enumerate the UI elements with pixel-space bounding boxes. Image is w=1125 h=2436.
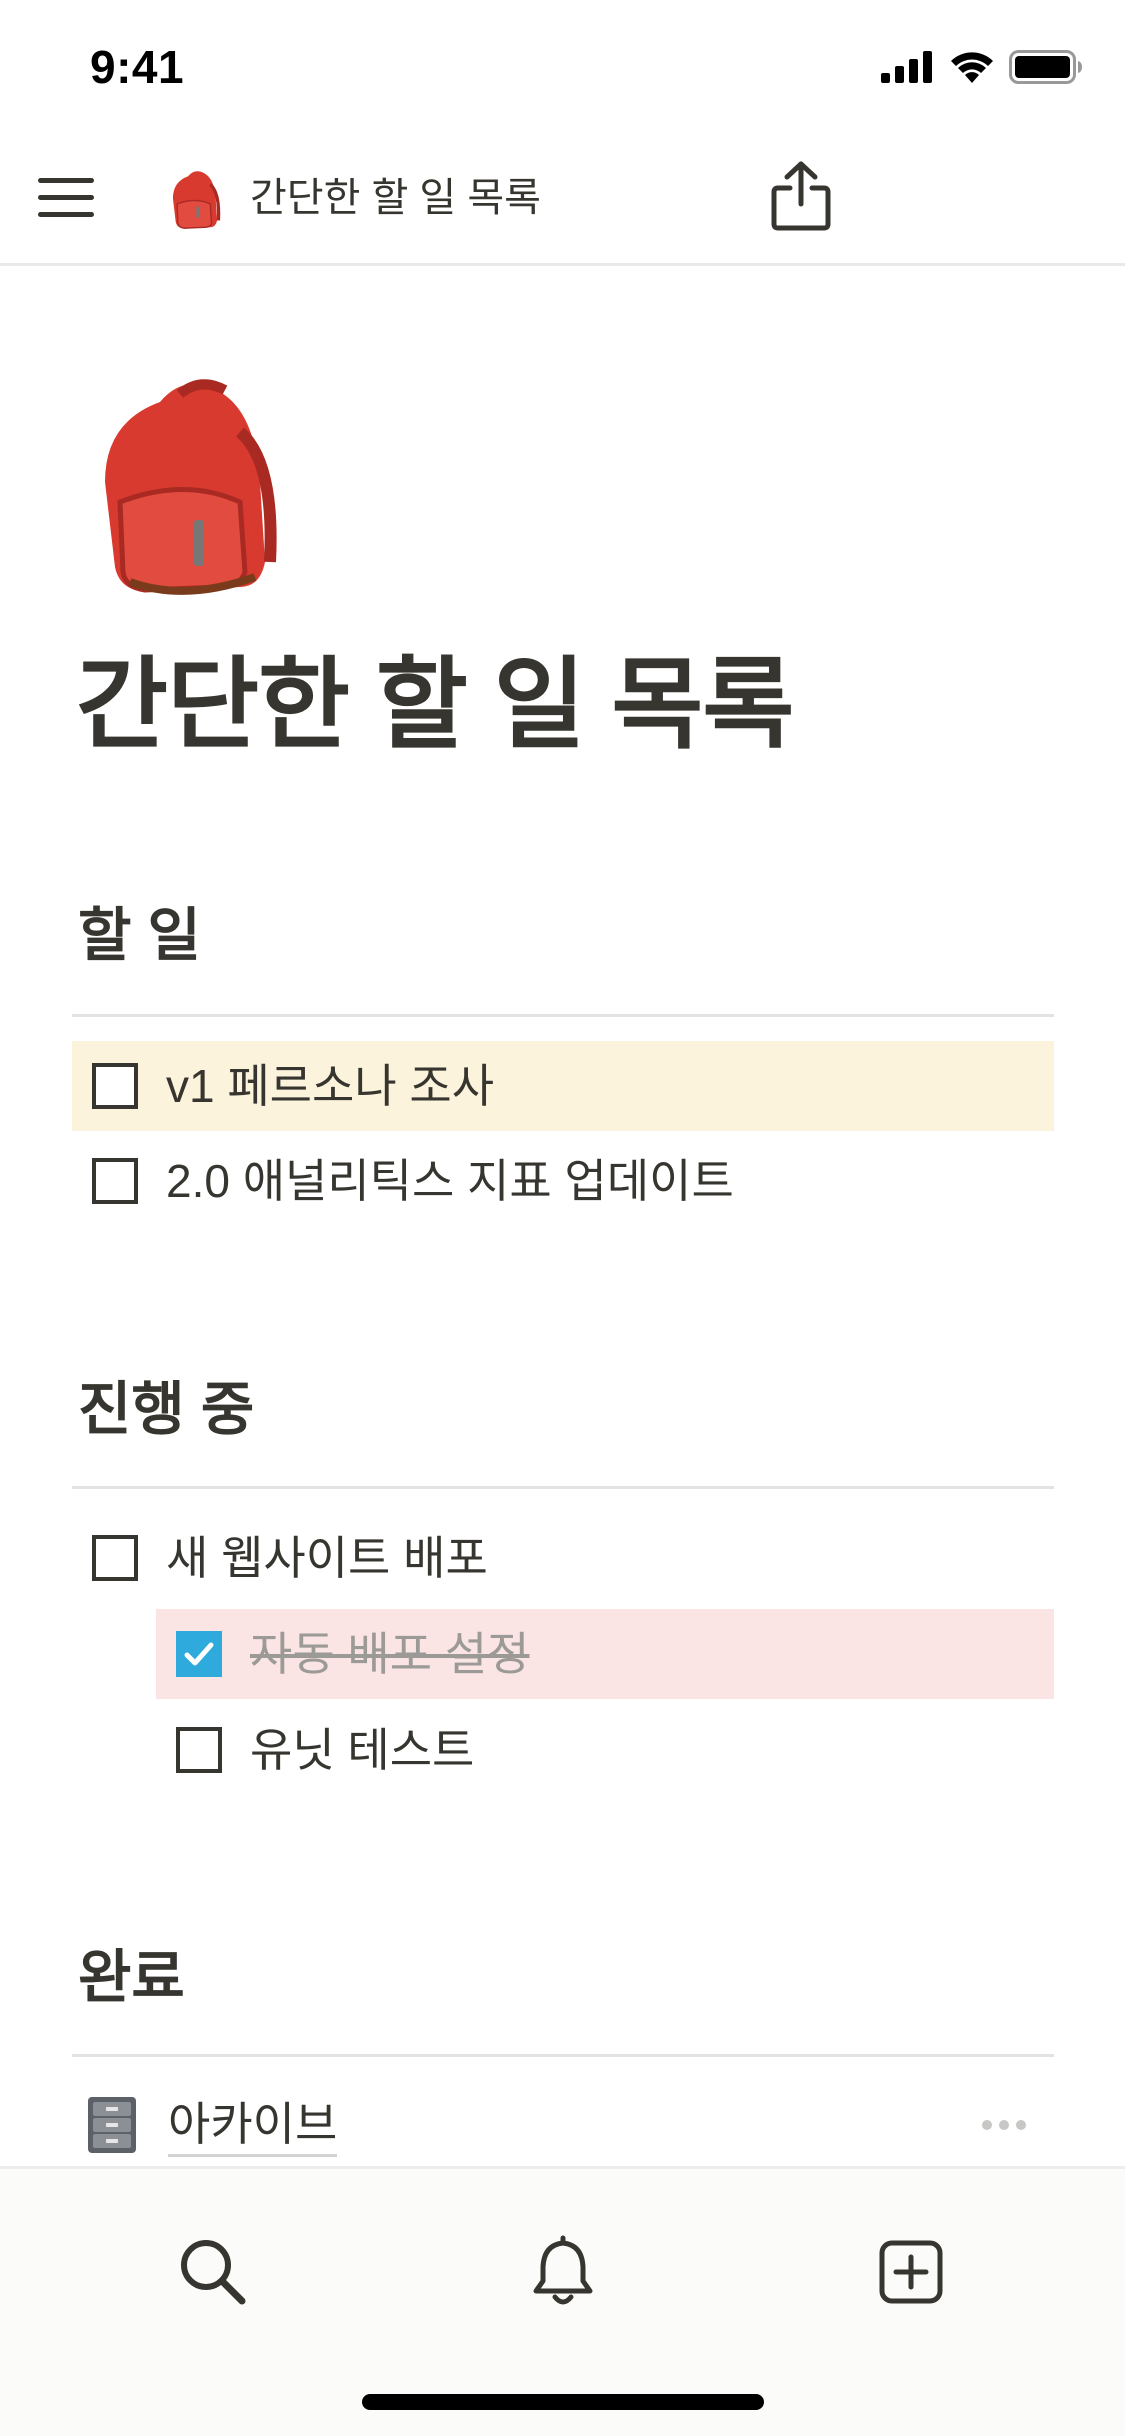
bell-icon[interactable] (526, 2235, 600, 2309)
file-cabinet-icon (88, 2097, 136, 2153)
page-icon[interactable] (90, 372, 280, 604)
status-bar: 9:41 (0, 0, 1125, 132)
more-icon[interactable] (980, 2118, 1028, 2132)
archive-label[interactable]: 아카이브 (168, 2094, 338, 2157)
checkmark-icon (184, 1642, 214, 1666)
checkbox[interactable] (92, 1063, 138, 1109)
todo-item-label[interactable]: 새 웹사이트 배포 (166, 1528, 488, 1588)
todo-item-label[interactable]: 자동 배포 설정 (250, 1624, 529, 1684)
section-heading-todo[interactable]: 할 일 (78, 898, 201, 974)
todo-item[interactable]: 새 웹사이트 배포 (72, 1513, 1054, 1603)
add-page-icon[interactable] (874, 2235, 948, 2309)
screen: 9:41 간단한 할 일 목록 간단한 할 일 목록 할 일 v1 페르소나 조… (0, 0, 1125, 2436)
checkbox-checked[interactable] (176, 1631, 222, 1677)
nav-title[interactable]: 간단한 할 일 목록 (250, 172, 541, 224)
backpack-emoji-icon[interactable] (166, 168, 224, 232)
share-icon[interactable] (770, 160, 832, 232)
home-indicator (362, 2394, 764, 2410)
checkbox[interactable] (92, 1535, 138, 1581)
todo-item[interactable]: 유닛 테스트 (156, 1705, 1054, 1795)
top-nav: 간단한 할 일 목록 (0, 132, 1125, 266)
search-icon[interactable] (176, 2235, 250, 2309)
todo-item-label[interactable]: 유닛 테스트 (250, 1720, 474, 1780)
divider (72, 2054, 1054, 2057)
menu-icon[interactable] (38, 172, 94, 224)
todo-item-label[interactable]: v1 페르소나 조사 (166, 1056, 494, 1116)
section-heading-in-progress[interactable]: 진행 중 (78, 1372, 254, 1448)
battery-icon (1009, 50, 1082, 84)
divider (72, 1486, 1054, 1489)
checkbox[interactable] (176, 1727, 222, 1773)
wifi-icon (951, 52, 993, 83)
status-icons (881, 50, 1083, 84)
page-title[interactable]: 간단한 할 일 목록 (76, 640, 794, 770)
section-heading-done[interactable]: 완료 (78, 1940, 185, 2016)
todo-item[interactable]: v1 페르소나 조사 (72, 1041, 1054, 1131)
signal-icon (881, 51, 932, 83)
checkbox[interactable] (92, 1158, 138, 1204)
divider (72, 1014, 1054, 1017)
todo-item-label[interactable]: 2.0 애널리틱스 지표 업데이트 (166, 1151, 734, 1211)
status-time: 9:41 (90, 41, 185, 93)
todo-item[interactable]: 자동 배포 설정 (156, 1609, 1054, 1699)
archive-link[interactable]: 아카이브 (72, 2082, 1054, 2168)
todo-item[interactable]: 2.0 애널리틱스 지표 업데이트 (72, 1136, 1054, 1226)
